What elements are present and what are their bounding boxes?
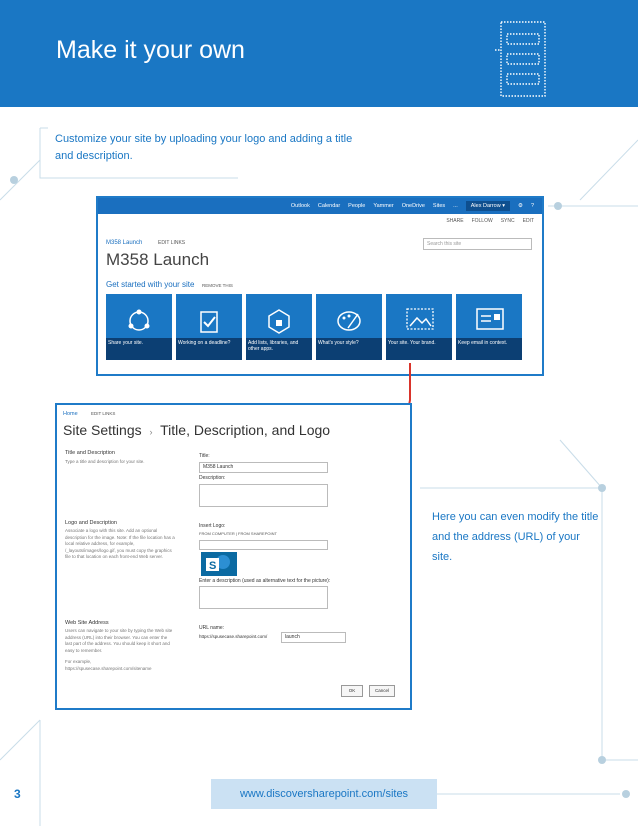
nav-calendar[interactable]: Calendar	[318, 203, 340, 209]
nav-more[interactable]: ...	[453, 203, 458, 209]
ok-button[interactable]: OK	[341, 685, 363, 697]
clipboard-check-icon	[200, 311, 218, 333]
nav-sites[interactable]: Sites	[433, 203, 445, 209]
side-note: Here you can even modify the title and t…	[432, 511, 599, 563]
svg-text:S: S	[209, 560, 216, 572]
web-address-example: For example, https://spusecase.sharepoin…	[65, 659, 152, 671]
home-link[interactable]: Home	[63, 411, 78, 417]
url-prefix: https://spusecase.sharepoint.com/	[199, 634, 268, 639]
header-banner: Make it your own	[0, 0, 638, 107]
description-label: Description:	[199, 475, 226, 481]
hexagon-icon	[268, 309, 290, 334]
title-field[interactable]: M358 Launch	[199, 462, 328, 473]
page-number: 3	[14, 787, 21, 801]
nav-people[interactable]: People	[348, 203, 365, 209]
nav-outlook[interactable]: Outlook	[291, 203, 310, 209]
logo-mark-icon	[495, 21, 546, 97]
cancel-button[interactable]: Cancel	[369, 685, 395, 697]
footer-url-box: www.discoversharepoint.com/sites	[211, 779, 437, 809]
web-address-help: Users can navigate to your site by typin…	[65, 628, 173, 653]
action-bar: SHARE FOLLOW SYNC EDIT	[98, 214, 542, 228]
gear-icon[interactable]: ⚙	[518, 203, 523, 209]
tile-row: Share your site. Working on a deadline? …	[106, 292, 522, 362]
breadcrumb[interactable]: M358 Launch	[106, 240, 142, 246]
tile-caption: Your site. Your brand.	[386, 338, 452, 360]
site-title: M358 Launch	[106, 250, 210, 269]
tile-brand[interactable]: Your site. Your brand.	[384, 292, 454, 362]
url-name-label: URL name:	[199, 625, 225, 631]
edit-links[interactable]: EDIT LINKS	[158, 240, 185, 246]
logo-url-field[interactable]	[199, 540, 328, 550]
logo-source-links[interactable]: FROM COMPUTER | FROM SHAREPOINT	[199, 531, 277, 536]
sharepoint-logo-icon: S	[201, 552, 237, 576]
sharepoint-home-screenshot: Outlook Calendar People Yammer OneDrive …	[96, 196, 544, 376]
description-field[interactable]	[199, 484, 328, 507]
get-started-heading: Get started with your site	[106, 280, 195, 289]
user-menu[interactable]: Alex Darrow ▾	[465, 201, 510, 211]
edit-links[interactable]: EDIT LINKS	[91, 411, 115, 416]
tile-share[interactable]: Share your site.	[106, 294, 172, 360]
palette-icon	[337, 311, 361, 331]
site-settings-screenshot: Home EDIT LINKS Site Settings › Title, D…	[55, 403, 412, 710]
settings-title-main[interactable]: Site Settings	[63, 422, 142, 438]
insert-logo-label: Insert Logo:	[199, 523, 226, 529]
sync-action[interactable]: SYNC	[501, 218, 515, 224]
edit-action[interactable]: EDIT	[523, 218, 534, 224]
email-card-icon	[476, 308, 504, 330]
tile-style[interactable]: What's your style?	[316, 294, 382, 360]
title-label: Title:	[199, 453, 210, 459]
image-icon	[406, 308, 434, 330]
sharepoint-suite-bar: Outlook Calendar People Yammer OneDrive …	[98, 198, 542, 214]
url-name-field[interactable]: launch	[281, 632, 346, 643]
tile-caption: What's your style?	[316, 338, 382, 360]
share-action[interactable]: SHARE	[446, 218, 463, 224]
tile-caption: Add lists, libraries, and other apps.	[246, 338, 312, 360]
tile-caption: Keep email in context.	[456, 338, 522, 360]
title-description-heading: Title and Description	[65, 450, 115, 456]
remove-this-link[interactable]: REMOVE THIS	[202, 283, 233, 288]
logo-description-help: Associate a logo with this site. Add an …	[65, 528, 175, 559]
tile-caption: Working on a deadline?	[176, 338, 242, 360]
settings-title-separator: ›	[149, 427, 153, 437]
tile-email[interactable]: Keep email in context.	[456, 294, 522, 360]
help-icon[interactable]: ?	[531, 203, 534, 209]
web-address-heading: Web Site Address	[65, 620, 109, 626]
follow-action[interactable]: FOLLOW	[472, 218, 493, 224]
nav-yammer[interactable]: Yammer	[373, 203, 393, 209]
footer-url[interactable]: www.discoversharepoint.com/sites	[211, 788, 437, 800]
logo-description-field[interactable]	[199, 586, 328, 609]
title-description-help: Type a title and description for your si…	[65, 459, 145, 464]
settings-title: Site Settings › Title, Description, and …	[63, 422, 330, 438]
tile-deadline[interactable]: Working on a deadline?	[176, 294, 242, 360]
tile-caption: Share your site.	[106, 338, 172, 360]
search-input[interactable]: Search this site	[423, 238, 532, 250]
settings-title-sub: Title, Description, and Logo	[160, 422, 331, 438]
tile-add-apps[interactable]: Add lists, libraries, and other apps.	[246, 294, 312, 360]
nav-onedrive[interactable]: OneDrive	[402, 203, 425, 209]
logo-description-label: Enter a description (used as alternative…	[199, 578, 331, 584]
logo-description-heading: Logo and Description	[65, 520, 117, 526]
share-icon	[128, 309, 150, 331]
page-title: Make it your own	[56, 36, 245, 64]
intro-text: Customize your site by uploading your lo…	[55, 133, 353, 162]
